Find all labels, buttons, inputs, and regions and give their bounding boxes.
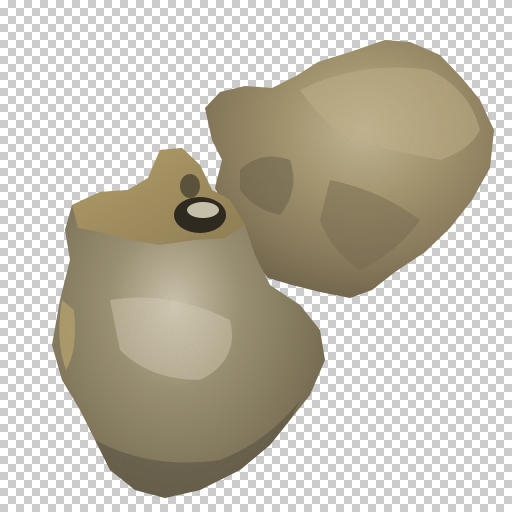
- transparent-canvas: [0, 0, 512, 512]
- rocks-illustration: [52, 40, 494, 498]
